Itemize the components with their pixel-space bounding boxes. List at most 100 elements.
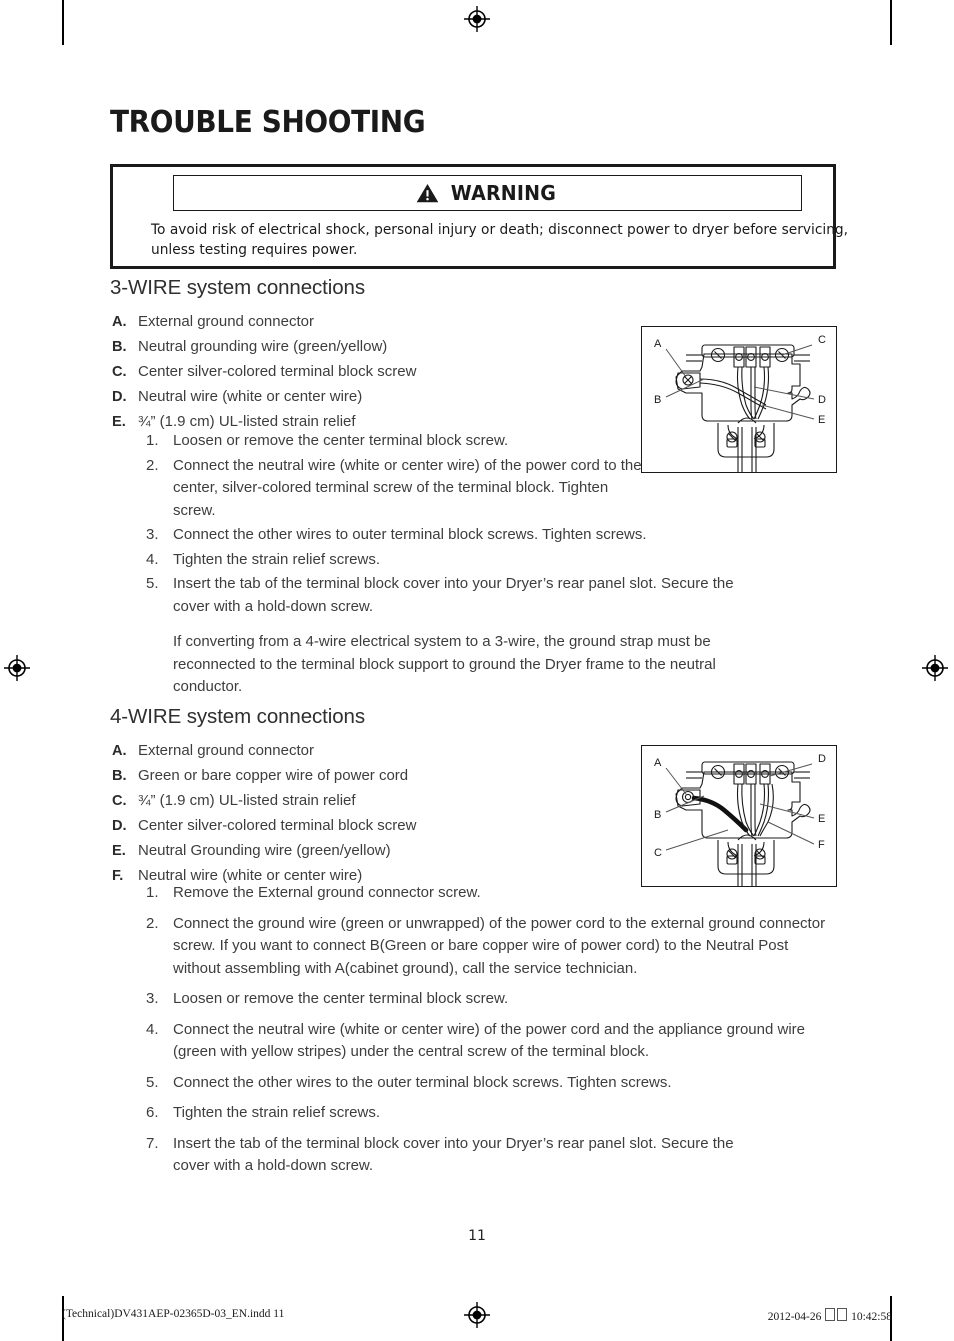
missing-glyph-box <box>837 1308 848 1321</box>
four-wire-terminal-block-diagram: A B C D E F <box>641 745 837 887</box>
list-item-label: Green or bare copper wire of power cord <box>138 767 409 784</box>
svg-text:F: F <box>818 839 825 851</box>
step-marker: 2. <box>146 914 159 932</box>
section-heading-3wire: 3-WIRE system connections <box>110 276 365 299</box>
list-item: 4. Tighten the strain relief screws. <box>146 549 746 572</box>
list-item-marker: E. <box>112 414 126 430</box>
step-text: Tighten the strain relief screws. <box>173 550 381 568</box>
list-item-label: Neutral wire (white or center wire) <box>138 388 363 405</box>
list-item: C. Center silver-colored terminal block … <box>112 360 632 384</box>
parts-list-4wire: A. External ground connector B. Green or… <box>112 739 632 889</box>
list-item-label: Center silver-colored terminal block scr… <box>138 363 417 380</box>
list-item-marker: B. <box>112 339 127 355</box>
svg-text:B: B <box>654 394 661 406</box>
list-item-marker: D. <box>112 818 127 834</box>
registration-mark-left <box>4 655 30 681</box>
step-marker: 4. <box>146 1020 159 1038</box>
conversion-note-3wire: If converting from a 4-wire electrical s… <box>173 633 716 695</box>
list-item: 4. Connect the neutral wire (white or ce… <box>146 1019 826 1064</box>
svg-text:B: B <box>654 809 661 821</box>
list-item: 5. Connect the other wires to the outer … <box>146 1072 826 1095</box>
list-item-label: External ground connector <box>138 742 314 759</box>
svg-text:A: A <box>654 757 662 769</box>
three-wire-terminal-block-diagram: A B C D E <box>641 326 837 473</box>
missing-glyph-box <box>825 1308 836 1321</box>
step-marker: 2. <box>146 456 159 474</box>
parts-list-3wire: A. External ground connector B. Neutral … <box>112 310 632 435</box>
step-text: Remove the External ground connector scr… <box>173 884 481 901</box>
section-heading-4wire: 4-WIRE system connections <box>110 705 365 728</box>
footer-time: 10:42:58 <box>851 1311 892 1323</box>
footer-date: 2012-04-26 <box>767 1311 822 1323</box>
list-item: A. External ground connector <box>112 739 632 763</box>
step-marker: 3. <box>146 990 159 1007</box>
list-item: 2. Connect the ground wire (green or unw… <box>146 913 826 981</box>
footer-timestamp: 2012-04-26 10:42:58 <box>768 1308 892 1323</box>
warning-label: WARNING <box>450 181 557 205</box>
step-marker: 6. <box>146 1104 159 1121</box>
list-item-marker: A. <box>112 314 127 330</box>
svg-text:C: C <box>818 334 826 346</box>
list-item-label: Neutral grounding wire (green/yellow) <box>138 338 388 355</box>
list-item-marker: C. <box>112 793 127 809</box>
list-item-marker: D. <box>112 389 127 405</box>
step-text: Connect the other wires to the outer ter… <box>173 1073 672 1091</box>
list-item-marker: F. <box>112 868 124 884</box>
step-marker: 7. <box>146 1134 159 1152</box>
step-text: Connect the neutral wire (white or cente… <box>173 456 642 519</box>
svg-text:E: E <box>818 813 825 825</box>
step-marker: 1. <box>146 884 159 901</box>
registration-mark-top <box>464 6 490 32</box>
warning-header: WARNING <box>173 175 802 211</box>
list-item: 3. Connect the other wires to outer term… <box>146 524 746 547</box>
list-item: E. Neutral Grounding wire (green/yellow) <box>112 839 632 863</box>
list-item-label: External ground connector <box>138 313 314 330</box>
list-item: 7. Insert the tab of the terminal block … <box>146 1133 826 1178</box>
list-item: D. Center silver-colored terminal block … <box>112 814 632 838</box>
list-item: D. Neutral wire (white or center wire) <box>112 385 632 409</box>
list-item: A. External ground connector <box>112 310 632 334</box>
page-title: TROUBLE SHOOTING <box>110 105 426 140</box>
footer-file-label: (Technical)DV431AEP-02365D-03_EN.indd 11 <box>62 1308 285 1320</box>
steps-list-4wire: 1. Remove the External ground connector … <box>146 882 826 1180</box>
list-item-marker: B. <box>112 768 127 784</box>
step-marker: 4. <box>146 550 159 568</box>
svg-text:C: C <box>654 847 662 859</box>
list-item-marker: E. <box>112 843 126 859</box>
registration-mark-bottom <box>464 1302 490 1328</box>
svg-text:D: D <box>818 394 826 406</box>
list-item-label: ¾” (1.9 cm) UL-listed strain relief <box>138 792 356 809</box>
list-item: C. ¾” (1.9 cm) UL-listed strain relief <box>112 789 632 813</box>
step-text: Connect the neutral wire (white or cente… <box>173 1020 806 1061</box>
step-text: Connect the ground wire (green or unwrap… <box>173 914 826 977</box>
step-text: Tighten the strain relief screws. <box>173 1104 381 1121</box>
list-item: B. Green or bare copper wire of power co… <box>112 764 632 788</box>
svg-text:E: E <box>818 414 825 426</box>
crop-mark-top-right <box>890 0 892 45</box>
step-marker: 5. <box>146 1073 159 1091</box>
svg-text:A: A <box>654 338 662 350</box>
warning-triangle-icon <box>416 184 439 203</box>
document-page: TROUBLE SHOOTING WARNING To avoid risk o… <box>0 0 954 1341</box>
warning-text: To avoid risk of electrical shock, perso… <box>151 222 849 258</box>
step-marker: 5. <box>146 575 159 592</box>
list-item-marker: C. <box>112 364 127 380</box>
warning-box: WARNING To avoid risk of electrical shoc… <box>110 164 848 269</box>
step-text: Loosen or remove the center terminal blo… <box>173 432 509 449</box>
step-text: Insert the tab of the terminal block cov… <box>173 575 734 615</box>
list-item: 3. Loosen or remove the center terminal … <box>146 988 826 1011</box>
step-text: Insert the tab of the terminal block cov… <box>173 1134 734 1175</box>
svg-text:D: D <box>818 753 826 765</box>
crop-mark-top-left <box>62 0 64 45</box>
list-item-label: Neutral Grounding wire (green/yellow) <box>138 842 391 859</box>
list-item: B. Neutral grounding wire (green/yellow) <box>112 335 632 359</box>
list-item: 6. Tighten the strain relief screws. <box>146 1102 826 1125</box>
list-item-marker: A. <box>112 743 127 759</box>
step-text: Loosen or remove the center terminal blo… <box>173 990 509 1007</box>
step-marker: 3. <box>146 526 159 543</box>
list-item: 5. Insert the tab of the terminal block … <box>146 573 746 618</box>
list-item-label: Center silver-colored terminal block scr… <box>138 817 417 834</box>
registration-mark-right <box>922 655 948 681</box>
step-marker: 1. <box>146 432 159 449</box>
page-number: 11 <box>468 1228 486 1244</box>
